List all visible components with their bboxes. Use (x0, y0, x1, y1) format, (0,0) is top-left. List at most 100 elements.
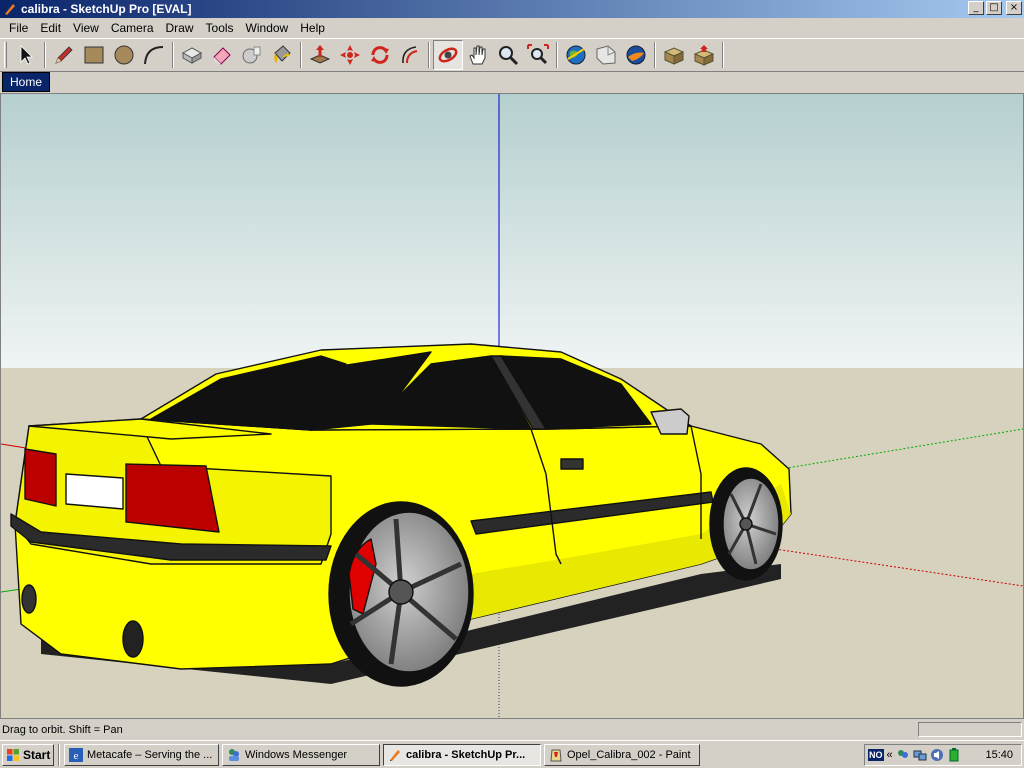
rectangle-tool[interactable] (79, 40, 109, 70)
paint-icon (550, 749, 562, 761)
messenger-tray-icon[interactable] (896, 748, 910, 762)
google-earth-tool[interactable] (621, 40, 651, 70)
arc-tool[interactable] (139, 40, 169, 70)
push-pull-tool[interactable] (305, 40, 335, 70)
task-label: calibra - SketchUp Pr... (406, 748, 526, 761)
paint-bucket-icon (274, 45, 291, 63)
toolbar-grip[interactable] (4, 42, 7, 68)
orbit-tool[interactable] (433, 40, 463, 70)
rectangle-icon (84, 46, 104, 64)
pencil-icon (55, 46, 73, 64)
minimize-button[interactable]: _ (968, 1, 984, 15)
push-pull-icon (309, 45, 331, 64)
task-metacafe[interactable]: e Metacafe – Serving the ... (64, 743, 219, 766)
select-tool[interactable] (11, 40, 41, 70)
network-icon[interactable] (913, 748, 927, 762)
hand-icon (469, 45, 486, 65)
earth-icon (626, 45, 646, 65)
circle-icon (114, 45, 134, 65)
task-messenger[interactable]: Windows Messenger (222, 743, 380, 766)
get-models-tool[interactable] (561, 40, 591, 70)
volume-icon[interactable] (930, 748, 944, 762)
messenger-icon (229, 748, 239, 761)
menu-tools[interactable]: Tools (200, 21, 240, 35)
arrow-icon (20, 45, 33, 65)
eraser-tool[interactable] (207, 40, 237, 70)
menu-draw[interactable]: Draw (160, 21, 200, 35)
status-bar: Drag to orbit. Shift = Pan (0, 720, 1024, 739)
menu-window[interactable]: Window (240, 21, 295, 35)
pan-tool[interactable] (463, 40, 493, 70)
extension-warehouse-tool[interactable] (689, 40, 719, 70)
menu-file[interactable]: File (3, 21, 34, 35)
menu-bar: File Edit View Camera Draw Tools Window … (0, 18, 1024, 38)
menu-camera[interactable]: Camera (105, 21, 160, 35)
paint-bucket-tool[interactable] (267, 40, 297, 70)
components-browser-tool[interactable] (659, 40, 689, 70)
share-model-tool[interactable] (591, 40, 621, 70)
clock[interactable]: 15:40 (985, 749, 1013, 761)
rotate-icon (371, 46, 389, 64)
arc-icon (144, 46, 164, 65)
start-label: Start (23, 747, 51, 762)
tray-expand-button[interactable]: « (887, 749, 893, 761)
menu-view[interactable]: View (67, 21, 105, 35)
make-component-tool[interactable] (177, 40, 207, 70)
scene-tabs: Home (0, 72, 1024, 92)
components-icon (663, 47, 685, 65)
window-title: calibra - SketchUp Pro [EVAL] (21, 2, 192, 16)
move-icon (340, 45, 360, 65)
task-label: Windows Messenger (245, 748, 348, 761)
rotate-tool[interactable] (365, 40, 395, 70)
sketchup-icon (390, 749, 400, 761)
taskbar: Start e Metacafe – Serving the ... Windo… (0, 740, 1024, 768)
front-wheel (709, 467, 783, 581)
close-button[interactable]: × (1006, 1, 1022, 15)
battery-icon[interactable] (947, 748, 961, 762)
tape-icon (242, 46, 261, 64)
zoom-tool[interactable] (493, 40, 523, 70)
sketchup-icon (5, 4, 15, 15)
menu-help[interactable]: Help (294, 21, 331, 35)
tab-home[interactable]: Home (2, 72, 51, 92)
move-tool[interactable] (335, 40, 365, 70)
zoom-icon (499, 46, 519, 66)
svg-text:e: e (74, 750, 79, 762)
start-button[interactable]: Start (2, 743, 54, 766)
task-sketchup[interactable]: calibra - SketchUp Pr... (383, 743, 541, 766)
title-bar: calibra - SketchUp Pro [EVAL] _ □ × (0, 0, 1024, 18)
warehouse-icon (693, 45, 715, 66)
eraser-icon (213, 47, 231, 65)
tape-measure-tool[interactable] (237, 40, 267, 70)
tail-light-left (24, 448, 57, 507)
language-indicator[interactable]: NO (868, 749, 884, 761)
door-handle (560, 458, 584, 470)
status-text: Drag to orbit. Shift = Pan (2, 723, 123, 736)
share-icon (596, 45, 616, 65)
component-icon (181, 47, 203, 64)
zoom-extents-icon (527, 44, 549, 65)
ie-icon: e (69, 747, 83, 762)
drawing-viewport[interactable] (0, 93, 1024, 719)
menu-edit[interactable]: Edit (34, 21, 67, 35)
task-label: Metacafe – Serving the ... (87, 748, 213, 761)
exhaust-right (122, 620, 144, 658)
sky (1, 94, 1023, 368)
offset-tool[interactable] (395, 40, 425, 70)
tail-light-right (125, 463, 220, 533)
offset-icon (402, 46, 418, 64)
license-plate (65, 473, 124, 510)
circle-tool[interactable] (109, 40, 139, 70)
zoom-extents-tool[interactable] (523, 40, 553, 70)
system-tray: NO « 15:40 (864, 744, 1022, 766)
orbit-icon (438, 47, 458, 63)
pencil-tool[interactable] (49, 40, 79, 70)
task-paint[interactable]: Opel_Calibra_002 - Paint (544, 743, 700, 766)
measurements-box[interactable] (918, 722, 1022, 737)
maximize-button[interactable]: □ (986, 1, 1002, 15)
exhaust-left (21, 584, 37, 614)
model-canvas[interactable] (1, 94, 1023, 718)
windows-flag-icon (7, 748, 19, 761)
globe-icon (566, 45, 586, 65)
task-label: Opel_Calibra_002 - Paint (567, 748, 691, 761)
